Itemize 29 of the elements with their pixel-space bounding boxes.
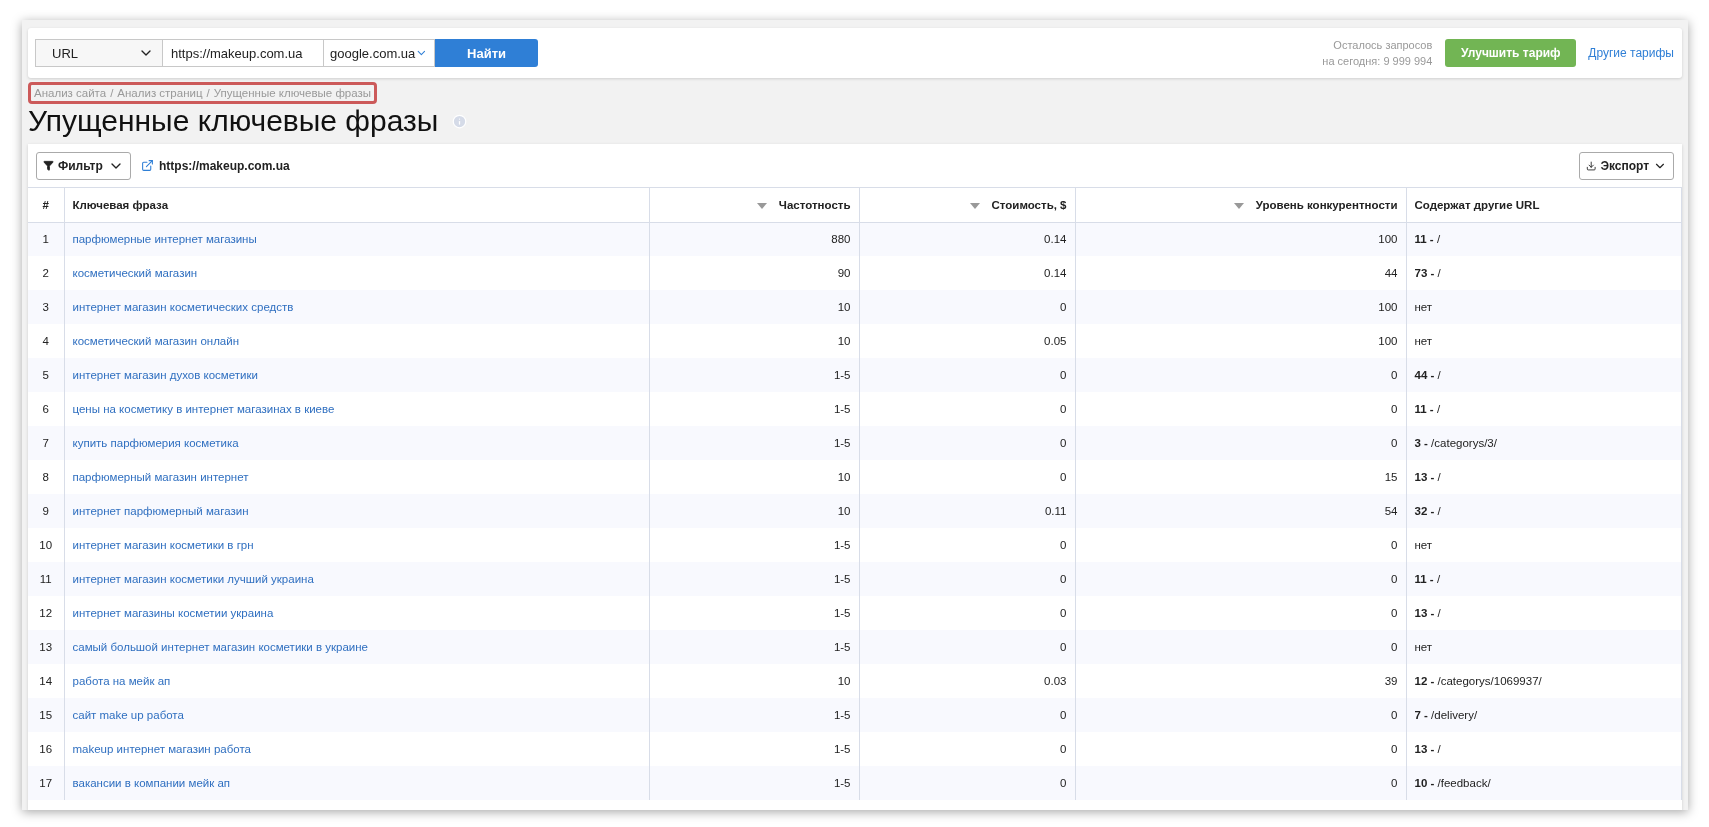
- url-input[interactable]: https://makeup.com.ua: [163, 39, 323, 67]
- export-button[interactable]: Экспорт: [1579, 151, 1674, 180]
- table-cell: 0: [1075, 766, 1406, 800]
- filter-button[interactable]: Фильтр: [36, 151, 131, 180]
- filter-icon: [43, 160, 54, 171]
- info-icon[interactable]: [452, 113, 468, 129]
- column-header[interactable]: Частотность: [649, 188, 859, 222]
- site-link[interactable]: https://makeup.com.ua: [141, 158, 290, 173]
- quota-label: Осталось запросов: [1333, 38, 1433, 53]
- type-select[interactable]: URL: [35, 39, 163, 67]
- table-cell: 17: [28, 766, 64, 800]
- keyword-link[interactable]: вакансии в компании мейк ап: [64, 766, 649, 800]
- column-header: Ключевая фраза: [64, 188, 649, 222]
- plans-link[interactable]: Другие тарифы: [1588, 46, 1674, 60]
- search-button[interactable]: Найти: [435, 39, 538, 67]
- column-header[interactable]: Уровень конкурентности: [1075, 188, 1406, 222]
- download-icon: [1586, 159, 1597, 172]
- table-cell: 0: [859, 766, 1075, 800]
- engine-select[interactable]: google.com.ua: [323, 39, 435, 67]
- external-link-icon: [141, 159, 154, 172]
- table-cell: 10 - /feedback/: [1406, 766, 1682, 800]
- breadcrumb-separator: /: [110, 87, 114, 99]
- column-header[interactable]: Стоимость, $: [859, 188, 1075, 222]
- table-cell: 1-5: [649, 766, 859, 800]
- column-header: #: [28, 188, 64, 222]
- column-header: Содержат другие URL: [1406, 188, 1682, 222]
- page-title: Упущенные ключевые фразы: [28, 104, 439, 138]
- breadcrumb-separator: /: [206, 87, 210, 99]
- quota-value: на сегодня: 9 999 994: [1322, 54, 1433, 69]
